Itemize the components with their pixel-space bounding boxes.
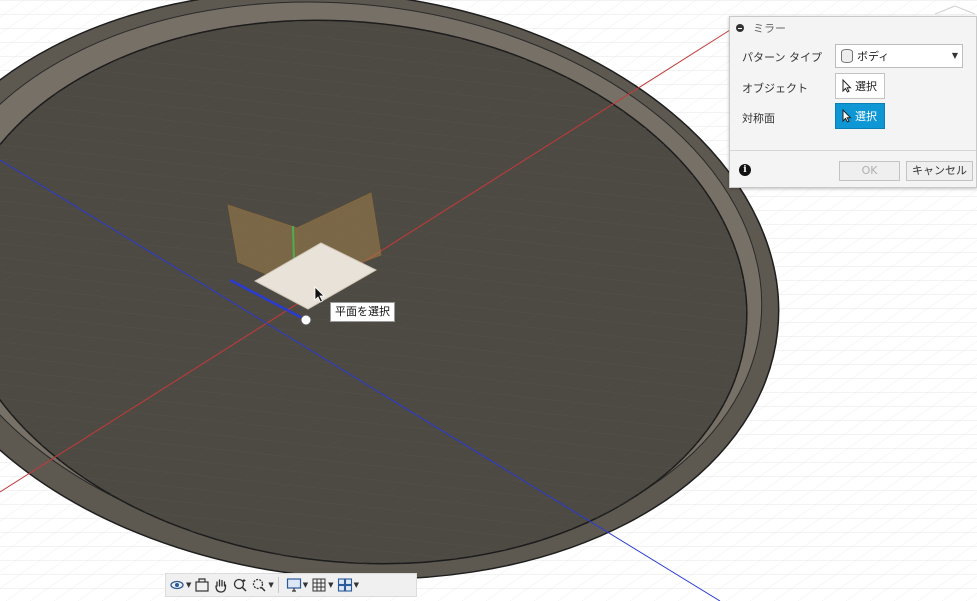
object-select-button[interactable]: 選択 [835, 73, 885, 99]
select-plane-tooltip: 平面を選択 [330, 302, 395, 322]
pan-button[interactable] [213, 574, 229, 596]
pan-icon [215, 579, 227, 593]
mirror-dialog: ミラー パターン タイプ ボディ ▼ オブジェクト 選択 対称面 選択 i OK… [729, 16, 977, 188]
cursor-arrow-icon [842, 79, 852, 93]
grid-icon [312, 578, 326, 592]
info-icon[interactable]: i [739, 164, 751, 176]
body-icon [841, 49, 853, 63]
viewports-button[interactable]: ▼ [337, 574, 359, 596]
object-label: オブジェクト [742, 82, 808, 95]
origin-point[interactable] [300, 314, 312, 326]
look-at-button[interactable] [194, 574, 210, 596]
dialog-header[interactable]: ミラー [730, 17, 976, 39]
plane-select-button[interactable]: 選択 [835, 103, 885, 129]
display-settings-icon [286, 578, 301, 592]
symmetry-plane-label: 対称面 [742, 112, 775, 125]
cursor-arrow-icon [842, 109, 852, 123]
navigation-toolbar: ▼ ▼ ▼ ▼ ▼ [165, 573, 417, 597]
cancel-button[interactable]: キャンセル [906, 161, 973, 181]
zoom-button[interactable] [232, 574, 248, 596]
orbit-button[interactable]: ▼ [169, 574, 191, 596]
grid-button[interactable]: ▼ [311, 574, 334, 596]
orbit-icon [170, 580, 184, 590]
dialog-divider [730, 150, 976, 151]
chevron-down-icon: ▼ [951, 51, 958, 60]
plane-select-label: 選択 [855, 110, 877, 123]
zoom-icon [234, 578, 247, 592]
collapse-icon[interactable] [736, 24, 744, 32]
viewports-icon [337, 578, 352, 592]
display-settings-button[interactable]: ▼ [286, 574, 308, 596]
fit-button[interactable]: ▼ [251, 574, 274, 596]
object-select-label: 選択 [855, 80, 877, 93]
ok-button[interactable]: OK [839, 161, 900, 181]
pattern-type-value: ボディ [857, 50, 890, 63]
pattern-type-dropdown[interactable]: ボディ ▼ [835, 44, 963, 68]
toolbar-separator [277, 577, 279, 593]
pattern-type-label: パターン タイプ [742, 51, 822, 64]
look-at-icon [195, 578, 209, 592]
dialog-title: ミラー [753, 22, 786, 35]
fit-icon [253, 578, 266, 592]
